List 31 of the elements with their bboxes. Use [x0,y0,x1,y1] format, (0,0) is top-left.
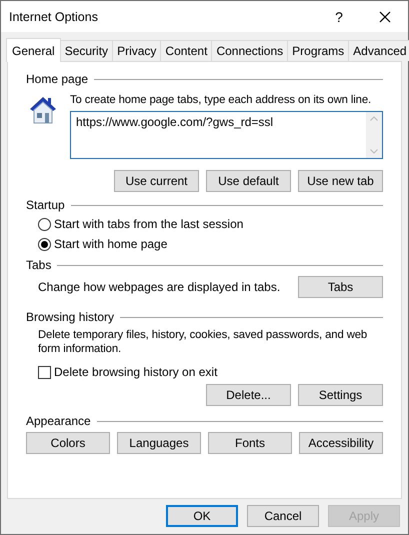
section-heading: Startup [26,198,65,212]
dialog-button[interactable]: Tabs [298,276,383,298]
dialog-button[interactable]: Delete... [206,384,291,406]
dialog-button[interactable]: Settings [298,384,383,406]
home-page-description: To create home page tabs, type each address on its own line. [70,93,372,107]
section-heading: Appearance [26,414,91,428]
close-icon[interactable] [379,10,391,22]
dialog-button[interactable]: Use new tab [298,170,383,192]
section-heading: Home page [26,72,88,86]
browsing-history-description: Delete temporary files, history, cookies, saved passwords, and web form information. [38,328,368,356]
tab[interactable]: Advanced [348,40,409,61]
dialog-button[interactable]: Colors [26,432,110,454]
section-heading: Tabs [26,258,52,272]
dialog-button[interactable]: Accessibility [299,432,383,454]
dialog-button[interactable]: Use current [114,170,199,192]
dialog-button[interactable]: Languages [117,432,201,454]
dialog-button[interactable]: Use default [206,170,291,192]
help-button[interactable]: ? [316,8,362,24]
dialog-button[interactable]: OK [166,505,238,527]
radio-label[interactable]: Start with tabs from the last session [54,217,244,231]
tabs-description: Change how webpages are displayed in tabs. [38,280,280,294]
window-title: Internet Options [9,10,99,24]
dialog-button[interactable]: Cancel [247,505,319,527]
radio-label[interactable]: Start with home page [54,237,168,251]
checkbox[interactable] [38,366,51,378]
radio-button[interactable] [38,238,51,250]
tab[interactable]: General [6,38,61,62]
checkbox-label[interactable]: Delete browsing history on exit [54,365,218,379]
section-heading: Browsing history [26,310,114,324]
radio-button[interactable] [38,218,51,230]
dialog-button[interactable]: Fonts [208,432,292,454]
